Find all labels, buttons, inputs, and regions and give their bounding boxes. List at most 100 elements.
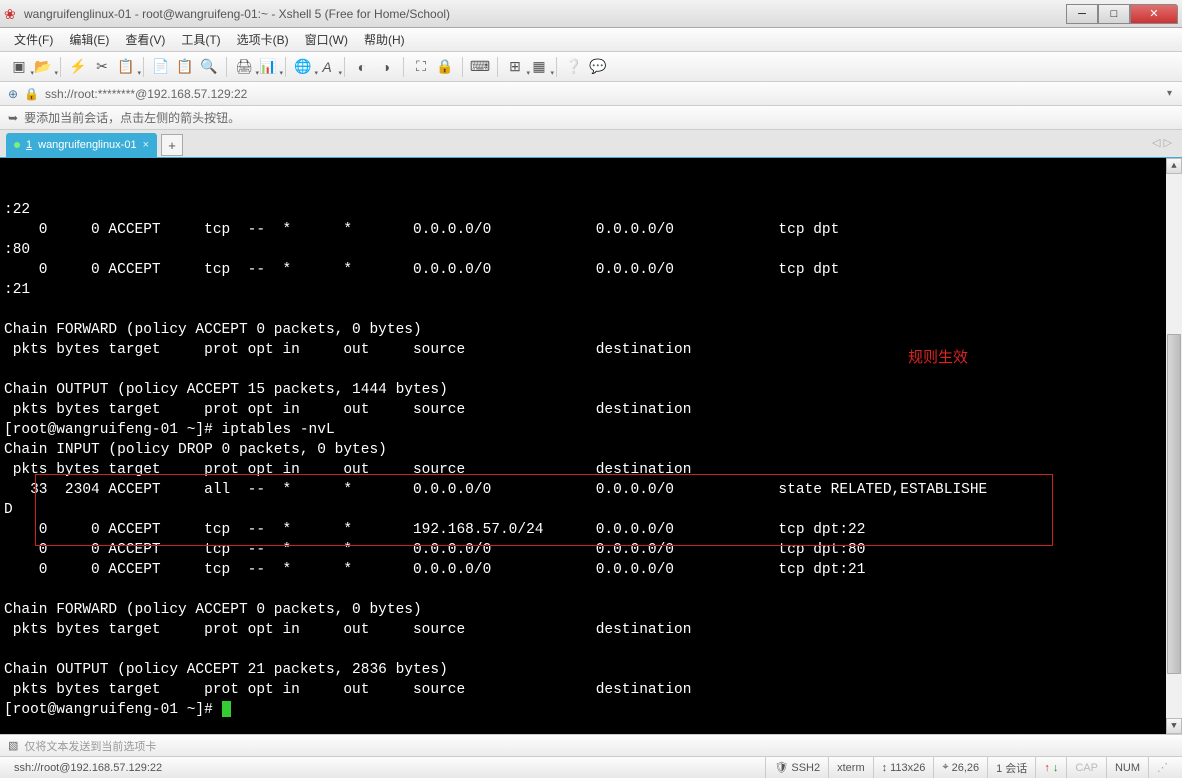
terminal-line: D xyxy=(4,500,1178,520)
terminal-line: pkts bytes target prot opt in out source… xyxy=(4,400,1178,420)
app-icon: ❀ xyxy=(4,6,20,22)
reconnect-icon[interactable]: ⚡ xyxy=(67,56,89,78)
tab-label: wangruifenglinux-01 xyxy=(38,139,136,151)
terminal-line: Chain OUTPUT (policy ACCEPT 15 packets, … xyxy=(4,380,1178,400)
status-pos: ⌖ 26,26 xyxy=(933,757,987,778)
keyboard-icon[interactable]: ⌨ xyxy=(469,56,491,78)
paste-icon[interactable]: 📋 xyxy=(174,56,196,78)
properties-icon[interactable]: 📋 xyxy=(115,56,137,78)
menu-tabs[interactable]: 选项卡(B) xyxy=(231,29,295,50)
scroll-track[interactable] xyxy=(1166,174,1182,718)
terminal-line: pkts bytes target prot opt in out source… xyxy=(4,680,1178,700)
terminal-line xyxy=(4,640,1178,660)
terminal-line: Chain FORWARD (policy ACCEPT 0 packets, … xyxy=(4,320,1178,340)
arrow-icon[interactable]: ➥ xyxy=(8,111,18,125)
annotation-label: 规则生效 xyxy=(908,348,968,368)
menu-file[interactable]: 文件(F) xyxy=(8,29,59,50)
log-icon[interactable]: 📊 xyxy=(257,56,279,78)
resize-grip-icon[interactable]: ⋰ xyxy=(1148,757,1176,778)
address-dropdown-icon[interactable]: ▾ xyxy=(1167,88,1172,99)
terminal-line: Chain INPUT (policy DROP 0 packets, 0 by… xyxy=(4,440,1178,460)
menu-tools[interactable]: 工具(T) xyxy=(175,29,226,50)
terminal[interactable]: :22 0 0 ACCEPT tcp -- * * 0.0.0.0/0 0.0.… xyxy=(0,158,1182,734)
status-sessions: 1 会话 xyxy=(987,757,1035,778)
terminal-line: [root@wangruifeng-01 ~]# iptables -nvL xyxy=(4,420,1178,440)
menu-edit[interactable]: 编辑(E) xyxy=(63,29,115,50)
maximize-button[interactable]: □ xyxy=(1098,4,1130,24)
compose-icon[interactable]: ▧ xyxy=(8,739,18,752)
window-title: wangruifenglinux-01 - root@wangruifeng-0… xyxy=(24,7,1066,21)
tabbar: 1 wangruifenglinux-01 × + ◁ ▷ xyxy=(0,130,1182,158)
lock-icon[interactable]: 🔒 xyxy=(434,56,456,78)
up-arrow-icon: ↑ xyxy=(1044,762,1050,774)
minimize-button[interactable]: ─ xyxy=(1066,4,1098,24)
menu-view[interactable]: 查看(V) xyxy=(119,29,171,50)
disconnect-icon[interactable]: ✂ xyxy=(91,56,113,78)
terminal-line: [root@wangruifeng-01 ~]# xyxy=(4,700,1178,720)
status-term: xterm xyxy=(828,757,873,778)
help-icon[interactable]: ❔ xyxy=(563,56,585,78)
protocol-icon: 🛡 xyxy=(774,761,788,774)
pos-icon: ⌖ xyxy=(942,761,948,774)
scroll-up-icon[interactable]: ▲ xyxy=(1166,158,1182,174)
scrollbar[interactable]: ▲ ▼ xyxy=(1166,158,1182,734)
terminal-line: 0 0 ACCEPT tcp -- * * 0.0.0.0/0 0.0.0.0/… xyxy=(4,220,1178,240)
close-button[interactable]: ✕ xyxy=(1130,4,1178,24)
compose-bar: ▧ 仅将文本发送到当前选项卡 xyxy=(0,734,1182,756)
scroll-down-icon[interactable]: ▼ xyxy=(1166,718,1182,734)
tab-close-icon[interactable]: × xyxy=(143,139,149,151)
color-icon[interactable]: ◐ xyxy=(351,56,373,78)
layout-icon[interactable]: ▦ xyxy=(528,56,550,78)
titlebar: ❀ wangruifenglinux-01 - root@wangruifeng… xyxy=(0,0,1182,28)
toolbar: ▣ 📂 ⚡ ✂ 📋 📄 📋 🔍 🖨 📊 🌐 A ◐ ◑ ⛶ 🔒 ⌨ ⊞ ▦ ❔ … xyxy=(0,52,1182,82)
terminal-line xyxy=(4,360,1178,380)
font-icon[interactable]: A xyxy=(316,56,338,78)
terminal-line: 0 0 ACCEPT tcp -- * * 192.168.57.0/24 0.… xyxy=(4,520,1178,540)
fullscreen-icon[interactable]: ⛶ xyxy=(410,56,432,78)
plus-icon[interactable]: ⊕ xyxy=(8,87,18,101)
transfer-icon[interactable]: 🌐 xyxy=(292,56,314,78)
terminal-line: pkts bytes target prot opt in out source… xyxy=(4,340,1178,360)
scroll-thumb[interactable] xyxy=(1167,334,1181,674)
status-dot-icon xyxy=(14,142,20,148)
size-icon: ↕ xyxy=(882,762,888,774)
compose-hint[interactable]: 仅将文本发送到当前选项卡 xyxy=(24,738,156,754)
terminal-line: :22 xyxy=(4,200,1178,220)
statusbar: ssh://root@192.168.57.129:22 🛡 SSH2 xter… xyxy=(0,756,1182,778)
palette-icon[interactable]: ◑ xyxy=(375,56,397,78)
status-cap: CAP xyxy=(1066,757,1106,778)
terminal-line xyxy=(4,580,1178,600)
tab-number: 1 xyxy=(26,139,32,151)
copy-icon[interactable]: 📄 xyxy=(150,56,172,78)
terminal-line: Chain FORWARD (policy ACCEPT 0 packets, … xyxy=(4,600,1178,620)
address-url[interactable]: ssh://root:********@192.168.57.129:22 xyxy=(45,87,247,101)
terminal-line: 0 0 ACCEPT tcp -- * * 0.0.0.0/0 0.0.0.0/… xyxy=(4,540,1178,560)
newtab-icon[interactable]: ⊞ xyxy=(504,56,526,78)
terminal-line: pkts bytes target prot opt in out source… xyxy=(4,460,1178,480)
cursor-icon xyxy=(222,701,231,717)
status-num: NUM xyxy=(1106,757,1148,778)
status-connection: ssh://root@192.168.57.129:22 xyxy=(6,757,765,778)
lock-icon: 🔒 xyxy=(24,87,39,101)
find-icon[interactable]: 🔍 xyxy=(198,56,220,78)
bubble-icon[interactable]: 💬 xyxy=(587,56,609,78)
new-tab-button[interactable]: + xyxy=(161,134,183,156)
tab-nav[interactable]: ◁ ▷ xyxy=(1152,136,1172,149)
new-session-icon[interactable]: ▣ xyxy=(8,56,30,78)
terminal-line: pkts bytes target prot opt in out source… xyxy=(4,620,1178,640)
menu-help[interactable]: 帮助(H) xyxy=(358,29,411,50)
addressbar: ⊕ 🔒 ssh://root:********@192.168.57.129:2… xyxy=(0,82,1182,106)
terminal-line: 33 2304 ACCEPT all -- * * 0.0.0.0/0 0.0.… xyxy=(4,480,1178,500)
info-text: 要添加当前会话，点击左侧的箭头按钮。 xyxy=(24,109,240,126)
terminal-line: Chain OUTPUT (policy ACCEPT 21 packets, … xyxy=(4,660,1178,680)
terminal-line: 0 0 ACCEPT tcp -- * * 0.0.0.0/0 0.0.0.0/… xyxy=(4,560,1178,580)
session-tab[interactable]: 1 wangruifenglinux-01 × xyxy=(6,133,157,157)
terminal-line xyxy=(4,300,1178,320)
terminal-line: :21 xyxy=(4,280,1178,300)
status-size: ↕ 113x26 xyxy=(873,757,934,778)
menu-window[interactable]: 窗口(W) xyxy=(299,29,354,50)
menubar: 文件(F) 编辑(E) 查看(V) 工具(T) 选项卡(B) 窗口(W) 帮助(… xyxy=(0,28,1182,52)
open-folder-icon[interactable]: 📂 xyxy=(32,56,54,78)
print-icon[interactable]: 🖨 xyxy=(233,56,255,78)
status-protocol: 🛡 SSH2 xyxy=(765,757,828,778)
